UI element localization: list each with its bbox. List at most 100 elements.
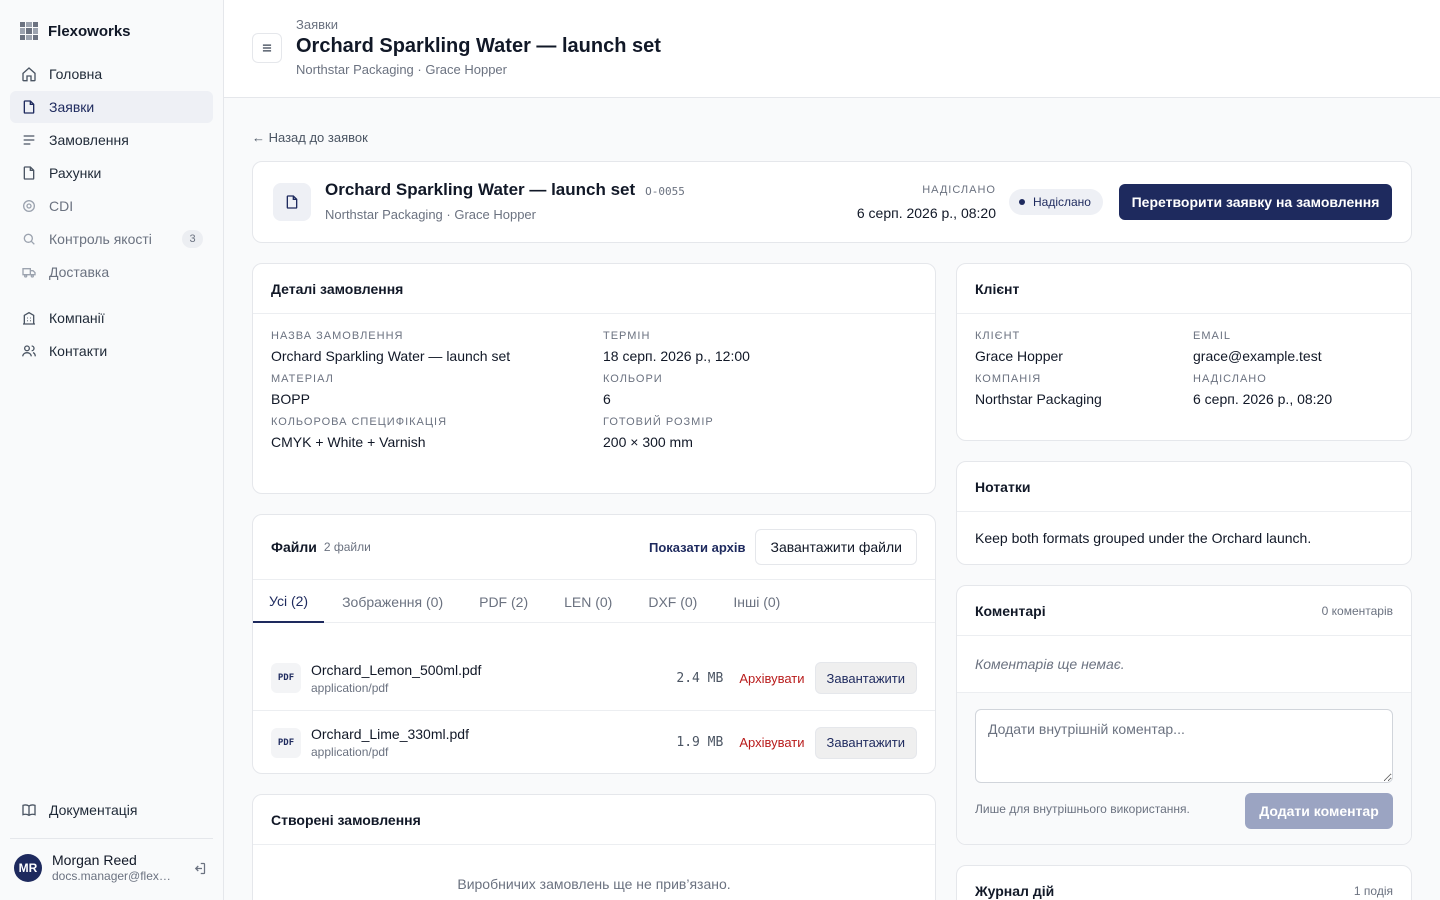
comment-input[interactable] [975,709,1393,783]
sidebar-item-requests[interactable]: Заявки [10,91,213,123]
comments-card: Коментарі 0 коментарів Коментарів ще нем… [956,585,1412,845]
field-label: Кольорова специфікація [271,416,448,428]
order-details-card: Деталі замовлення Назва замовлення Orchar… [252,263,936,494]
archive-button[interactable]: Архівувати [739,735,804,750]
file-row: PDF Orchard_Lime_330ml.pdf application/p… [253,710,935,773]
notes-text: Keep both formats grouped under the Orch… [975,530,1312,546]
logout-icon[interactable] [192,861,207,876]
field-color-spec: Кольорова специфікація CMYK + White + Var… [271,416,603,450]
sidebar-item-docs[interactable]: Документація [10,794,213,826]
field-value[interactable]: grace@example.test [1193,348,1393,364]
upload-files-button[interactable]: Завантажити файли [755,529,917,565]
user-profile[interactable]: MR Morgan Reed docs.manager@flexoworks.t… [14,850,213,886]
card-title: Файли [271,539,317,555]
field-colors: Кольори 6 [603,373,917,407]
files-header: Файли 2 файли Показати архів Завантажити… [253,515,935,580]
field-deadline: Термін 18 серп. 2026 р., 12:00 [603,330,917,364]
sidebar-item-contacts[interactable]: Контакти [10,335,213,367]
tab-dxf[interactable]: DXF (0) [630,580,715,623]
card-title: Журнал дій [975,882,1055,899]
brand-name: Flexoworks [48,22,131,40]
download-button[interactable]: Завантажити [814,726,917,759]
field-label: Надіслано [1193,373,1267,385]
users-icon [20,343,37,360]
sidebar-item-delivery[interactable]: Доставка [10,256,213,288]
file-tabs: Усі (2) Зображення (0) PDF (2) LEN (0) D… [253,580,935,623]
file-name: Orchard_Lime_330ml.pdf [311,726,469,742]
card-title: Коментарі [975,602,1046,619]
file-info: Orchard_Lime_330ml.pdf application/pdf [311,726,469,759]
sidebar-item-label: Компанії [49,310,105,326]
field-value: BOPP [271,391,310,407]
list-icon [20,132,37,149]
log-count: 1 подія [1353,883,1393,898]
tab-images[interactable]: Зображення (0) [324,580,461,623]
brand[interactable]: Flexoworks [20,22,131,40]
field-value: Northstar Packaging [975,391,1102,407]
request-code: O-0055 [645,185,685,198]
archive-button[interactable]: Архівувати [739,671,804,686]
sidebar-item-orders[interactable]: Замовлення [10,124,213,156]
request-title: Orchard Sparkling Water — launch set O-0… [325,180,685,200]
sidebar-item-cdi[interactable]: CDI [10,190,213,222]
sidebar-item-home[interactable]: Головна [10,58,213,90]
file-size: 2.4 MB [676,670,724,686]
sidebar-item-label: CDI [49,198,74,214]
notes-card: Нотатки Keep both formats grouped under … [956,461,1412,565]
request-summary-card: Orchard Sparkling Water — launch set O-0… [252,161,1412,243]
tab-len[interactable]: LEN (0) [546,580,630,623]
submitted-date: 6 серп. 2026 р., 08:20 [856,205,996,221]
field-value: 6 серп. 2026 р., 08:20 [1193,391,1333,407]
field-material: Матеріал BOPP [271,373,603,407]
home-icon [20,66,37,83]
field-value: 200 × 300 mm [603,434,693,450]
add-comment-button[interactable]: Додати коментар [1245,793,1393,829]
sidebar-item-companies[interactable]: Компанії [10,302,213,334]
created-orders-card: Створені замовлення Виробничих замовлень… [252,794,936,900]
page-title: Orchard Sparkling Water — launch set [296,35,661,57]
sidebar-docs: Документація [10,794,213,827]
field-label: Готовий розмір [603,416,714,428]
tab-pdf[interactable]: PDF (2) [461,580,546,623]
sidebar-item-quality-control[interactable]: Контроль якості 3 [10,223,213,255]
card-title: Деталі замовлення [253,264,935,314]
field-label: Email [1193,330,1232,342]
user-name: Morgan Reed [52,852,137,869]
field-value: CMYK + White + Varnish [271,434,426,450]
field-order-name: Назва замовлення Orchard Sparkling Water … [271,330,603,364]
field-value: Grace Hopper [975,348,1063,364]
status-dot-icon [1019,199,1025,205]
user-info: Morgan Reed docs.manager@flexoworks.test [52,852,176,883]
convert-to-order-button[interactable]: Перетворити заявку на замовлення [1119,184,1392,220]
card-title: Клієнт [957,264,1411,314]
tab-all[interactable]: Усі (2) [253,580,325,623]
book-icon [20,802,37,819]
show-archive-link[interactable]: Показати архів [649,540,746,555]
files-card: Файли 2 файли Показати архів Завантажити… [252,514,936,774]
page-subtitle: Northstar Packaging · Grace Hopper [296,62,507,77]
building-icon [20,310,37,327]
page-header: Заявки Orchard Sparkling Water — launch … [224,0,1440,98]
request-title-text: Orchard Sparkling Water — launch set [325,180,636,199]
field-value: 6 [603,391,611,407]
download-button[interactable]: Завантажити [814,662,917,694]
file-info: Orchard_Lemon_500ml.pdf application/pdf [311,662,481,695]
files-count: 2 файли [323,540,371,554]
field-label: Клієнт [975,330,1021,342]
file-type: application/pdf [311,745,389,759]
field-label: Матеріал [271,373,334,385]
tab-other[interactable]: Інші (0) [715,580,798,623]
menu-toggle-button[interactable] [252,33,282,63]
back-link[interactable]: ← Назад до заявок [252,130,368,145]
brand-logo-icon [20,22,38,40]
sidebar-item-label: Заявки [49,99,95,115]
file-type: application/pdf [311,680,389,695]
target-icon [20,198,37,215]
breadcrumb[interactable]: Заявки [296,17,338,32]
divider [10,838,213,839]
pdf-file-icon: PDF [271,663,301,693]
pdf-file-icon: PDF [271,727,301,758]
sidebar-item-invoices[interactable]: Рахунки [10,157,213,189]
log-header: Журнал дій 1 подія [957,866,1411,900]
menu-icon [262,44,272,52]
